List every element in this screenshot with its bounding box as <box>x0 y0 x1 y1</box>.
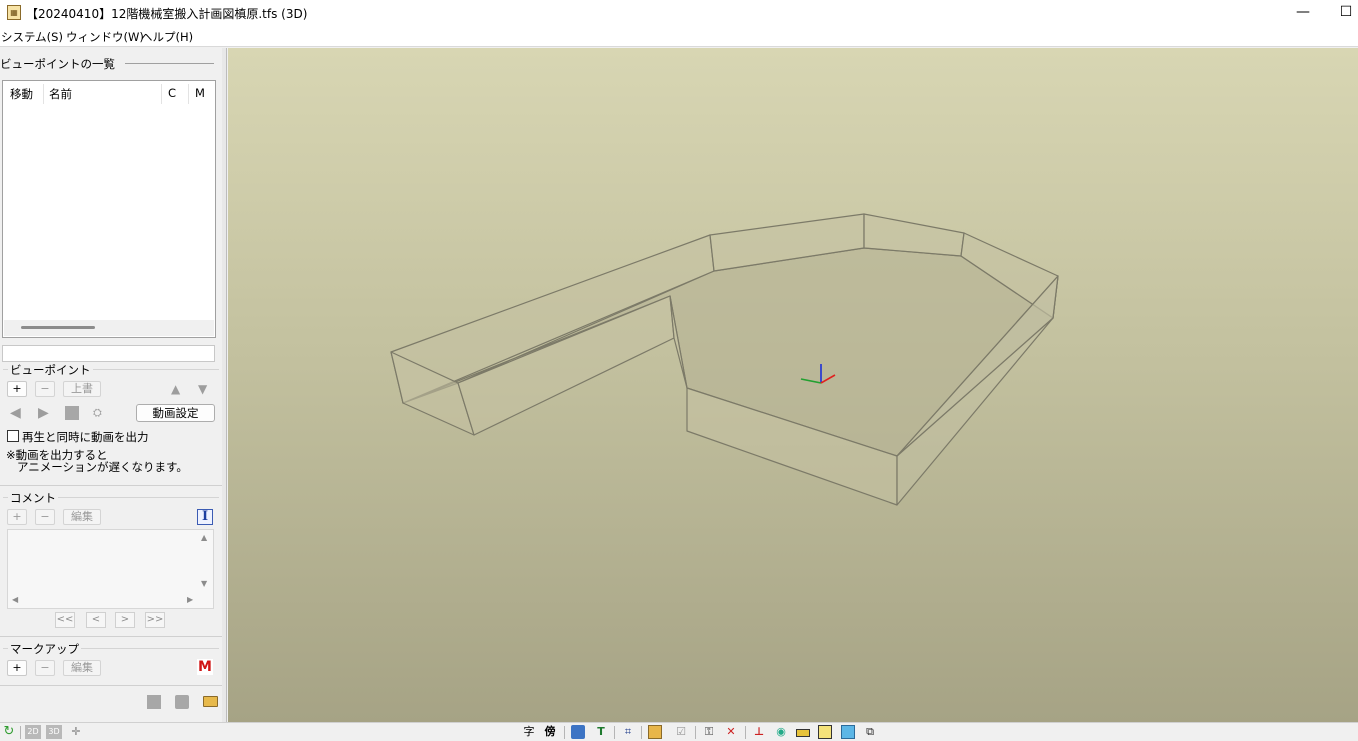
char-icon[interactable]: 字 <box>522 725 536 739</box>
add-comment-button[interactable]: + <box>7 509 27 525</box>
column-header-move[interactable]: 移動 <box>10 86 33 102</box>
window-title: 【20240410】12階機械室搬入計画図槙原.tfs (3D) <box>26 7 308 21</box>
scrollbar-thumb[interactable] <box>21 326 95 329</box>
markup-section-title: マークアップ <box>8 641 81 657</box>
camera-speed-icon[interactable]: ⛭ <box>93 406 102 420</box>
play-reverse-icon[interactable]: ◀ <box>10 406 21 420</box>
viewpoint-name-input[interactable] <box>2 345 215 362</box>
move-down-icon[interactable]: ▼ <box>198 382 207 396</box>
comment-prev-button[interactable]: < <box>86 612 106 628</box>
output-video-label: 再生と同時に動画を出力 <box>22 430 149 444</box>
zoom-area-icon[interactable] <box>818 725 832 739</box>
comment-first-button[interactable]: << <box>55 612 75 628</box>
stop-icon[interactable] <box>65 406 79 420</box>
transform-icon[interactable]: ⧉ <box>863 725 877 739</box>
box-check-icon[interactable]: ☑ <box>674 725 688 739</box>
view-2d-icon[interactable]: 2D <box>25 725 41 739</box>
panel-splitter[interactable] <box>222 48 227 722</box>
scroll-up-icon[interactable]: ▲ <box>201 533 207 543</box>
view-3d-icon[interactable]: 3D <box>46 725 62 739</box>
lock-icon[interactable]: ⚿ <box>702 725 716 739</box>
scroll-left-icon[interactable]: ◀ <box>12 595 18 605</box>
column-header-c[interactable]: C <box>168 86 176 100</box>
scroll-right-icon[interactable]: ▶ <box>187 595 193 605</box>
minimize-button[interactable]: — <box>1292 3 1314 23</box>
comment-last-button[interactable]: >> <box>145 612 165 628</box>
layer-icon[interactable] <box>571 725 585 739</box>
remove-viewpoint-button[interactable]: − <box>35 381 55 397</box>
align-icon[interactable]: ⊥ <box>752 725 766 739</box>
play-icon[interactable]: ▶ <box>38 406 49 420</box>
wall-back-3 <box>863 213 965 257</box>
export-icon[interactable] <box>175 695 189 709</box>
move-up-icon[interactable]: ▲ <box>171 382 180 396</box>
bottom-toolbar: ↻ 2D 3D ✛ 字 傍 T ⌗ ☑ ⚿ ✕ ⊥ ◉ ⧉ <box>0 722 1358 741</box>
remove-markup-button[interactable]: − <box>35 660 55 676</box>
menu-help[interactable]: ヘルプ(H) <box>141 29 193 45</box>
comment-vertical-scrollbar[interactable]: ▲ ▼ <box>198 531 212 591</box>
video-note-line2: アニメーションが遅くなります。 <box>17 460 188 474</box>
markup-m-icon[interactable]: M <box>197 659 213 675</box>
measure-point-icon[interactable]: ◉ <box>774 725 788 739</box>
refresh-icon[interactable]: ↻ <box>2 725 16 739</box>
3d-scene <box>390 213 1059 506</box>
text-cursor-icon[interactable]: I <box>197 509 213 525</box>
comment-section-title: コメント <box>8 490 58 506</box>
overwrite-button[interactable]: 上書 <box>63 381 101 397</box>
output-video-checkbox[interactable] <box>7 430 19 442</box>
title-divider <box>125 63 214 64</box>
viewpoint-list[interactable]: 移動 名前 C M <box>2 80 216 338</box>
open-folder-icon[interactable] <box>203 696 218 707</box>
section-t-icon[interactable]: T <box>594 725 608 739</box>
scroll-down-icon[interactable]: ▼ <box>201 579 207 589</box>
line-cut-icon[interactable]: ✕ <box>724 725 738 739</box>
cube-icon[interactable] <box>841 725 855 739</box>
3d-viewport[interactable] <box>228 48 1358 722</box>
add-markup-button[interactable]: + <box>7 660 27 676</box>
video-settings-button[interactable]: 動画設定 <box>136 404 215 422</box>
left-panel: ビューポイントの一覧 移動 名前 C M ビューポイント + − 上書 ▲ ▼ … <box>0 48 222 722</box>
add-viewpoint-button[interactable]: + <box>7 381 27 397</box>
edit-comment-button[interactable]: 編集 <box>63 509 101 525</box>
column-header-m[interactable]: M <box>195 86 205 100</box>
comment-text-area[interactable]: ▲ ▼ ◀ ▶ <box>7 529 214 609</box>
save-icon[interactable] <box>147 695 161 709</box>
title-bar: ▦ 【20240410】12階機械室搬入計画図槙原.tfs (3D) — ☐ <box>0 0 1358 27</box>
viewpoint-section-title: ビューポイント <box>8 362 93 378</box>
ruler-icon[interactable] <box>796 729 810 737</box>
box-icon[interactable] <box>648 725 662 739</box>
comment-next-button[interactable]: > <box>115 612 135 628</box>
remove-comment-button[interactable]: − <box>35 509 55 525</box>
side-text-icon[interactable]: 傍 <box>543 725 557 739</box>
list-horizontal-scrollbar[interactable] <box>4 320 214 336</box>
viewpoint-list-title: ビューポイントの一覧 <box>0 57 115 71</box>
maximize-button[interactable]: ☐ <box>1335 3 1357 23</box>
menu-window[interactable]: ウィンドウ(W) <box>66 29 144 45</box>
column-header-name[interactable]: 名前 <box>49 86 72 102</box>
menu-bar: システム(S) ウィンドウ(W) ヘルプ(H) <box>0 27 1358 47</box>
comment-horizontal-scrollbar[interactable]: ◀ ▶ <box>9 593 199 607</box>
crosshair-icon[interactable]: ✛ <box>69 725 83 739</box>
menu-system[interactable]: システム(S) <box>1 29 63 45</box>
tag-icon[interactable]: ⌗ <box>621 725 635 739</box>
edit-markup-button[interactable]: 編集 <box>63 660 101 676</box>
app-icon: ▦ <box>7 5 21 20</box>
